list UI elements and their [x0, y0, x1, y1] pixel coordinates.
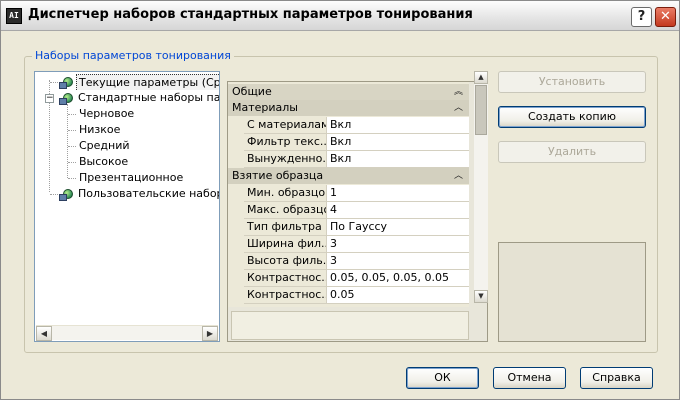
property-value[interactable]: 3	[327, 253, 469, 270]
tree-connector	[68, 146, 76, 147]
property-value[interactable]: Вкл	[327, 151, 469, 168]
property-name: Контрастнос...	[244, 270, 327, 287]
close-button[interactable]: ✕	[655, 7, 676, 27]
property-value[interactable]: По Гауссу	[327, 219, 469, 236]
property-name: Макс. образцов	[244, 202, 327, 219]
property-value[interactable]: 0.05, 0.05, 0.05, 0.05	[327, 270, 469, 287]
category-label: Материалы	[232, 101, 298, 114]
scroll-down-icon[interactable]: ▼	[474, 290, 488, 303]
properties-vertical-scrollbar[interactable]: ▲ ▼	[474, 71, 488, 303]
help-title-button[interactable]: ?	[631, 7, 652, 27]
title-bar[interactable]: AI Диспетчер наборов стандартных парамет…	[1, 1, 679, 31]
window-title: Диспетчер наборов стандартных параметров…	[28, 7, 473, 22]
property-row[interactable]: Ширина фил... 3	[244, 236, 469, 253]
preview-area	[498, 242, 646, 342]
tree-horizontal-scrollbar[interactable]: ◀ ▶	[36, 325, 218, 341]
property-row[interactable]: Фильтр текс... Вкл	[244, 134, 469, 151]
property-name: Фильтр текс...	[244, 134, 327, 151]
category-materials[interactable]: Материалы ︿	[228, 100, 469, 116]
category-sampling[interactable]: Взятие образца ︿	[228, 168, 469, 184]
chevron-up-icon[interactable]: ︿	[454, 100, 463, 116]
property-row[interactable]: Высота филь... 3	[244, 253, 469, 270]
tree-item-label: Презентационное	[79, 171, 184, 184]
property-row[interactable]: Вынужденно... Вкл	[244, 151, 469, 168]
property-row[interactable]: Мин. образцов 1	[244, 185, 469, 202]
render-preset-icon	[59, 75, 75, 89]
property-name: Вынужденно...	[244, 151, 327, 168]
render-preset-icon	[59, 91, 75, 105]
tree-item-label: Низкое	[79, 123, 121, 136]
properties-panel: Общие ︽ Материалы ︿ С материалами Вкл Фи…	[227, 81, 488, 342]
group-legend: Наборы параметров тонирования	[32, 49, 234, 62]
scroll-left-icon[interactable]: ◀	[36, 326, 52, 341]
property-row[interactable]: Тип фильтра По Гауссу	[244, 219, 469, 236]
property-row[interactable]: Контрастнос... 0.05, 0.05, 0.05, 0.05	[244, 270, 469, 287]
tree-item-label: Средний	[79, 139, 130, 152]
tree-item-draft[interactable]: Черновое	[77, 106, 217, 122]
app-icon: AI	[6, 8, 22, 24]
property-name: Тип фильтра	[244, 219, 327, 236]
property-name: Контрастнос...	[244, 287, 327, 304]
tree-connector	[68, 162, 76, 163]
property-name: Мин. образцов	[244, 185, 327, 202]
property-value[interactable]: 3	[327, 236, 469, 253]
tree-item-label: Текущие параметры (Средн	[76, 74, 219, 90]
tree-item-standard-presets[interactable]: Стандартные наборы парам	[59, 90, 219, 106]
render-presets-dialog: AI Диспетчер наборов стандартных парамет…	[0, 0, 680, 400]
property-value[interactable]: 0.05	[327, 287, 469, 304]
property-description	[231, 311, 469, 340]
ok-button[interactable]: ОК	[406, 367, 479, 389]
property-name: С материалами	[244, 117, 327, 134]
help-button[interactable]: Справка	[580, 367, 653, 389]
tree-item-custom-presets[interactable]: Пользовательские наборы	[59, 186, 219, 202]
scroll-right-icon[interactable]: ▶	[202, 326, 218, 341]
scroll-thumb[interactable]	[475, 85, 487, 135]
collapse-all-icon[interactable]: ︽	[454, 84, 463, 100]
tree-connector	[67, 104, 68, 178]
tree-item-label: Стандартные наборы парам	[78, 91, 219, 104]
tree-item-label: Высокое	[79, 155, 129, 168]
property-row[interactable]: С материалами Вкл	[244, 117, 469, 134]
property-value[interactable]: Вкл	[327, 134, 469, 151]
set-current-button[interactable]: Установить	[498, 71, 646, 93]
tree-connector	[68, 114, 76, 115]
tree-connector	[68, 130, 76, 131]
tree-item-low[interactable]: Низкое	[77, 122, 217, 138]
property-value[interactable]: 4	[327, 202, 469, 219]
property-name: Высота филь...	[244, 253, 327, 270]
scroll-up-icon[interactable]: ▲	[474, 71, 488, 84]
property-value[interactable]: Вкл	[327, 117, 469, 134]
chevron-up-icon[interactable]: ︿	[454, 168, 463, 184]
category-label: Общие	[232, 85, 272, 98]
tree-item-presentation[interactable]: Презентационное	[77, 170, 217, 186]
category-general[interactable]: Общие ︽	[228, 84, 469, 100]
cancel-button[interactable]: Отмена	[493, 367, 566, 389]
collapse-icon[interactable]: −	[45, 94, 54, 103]
property-name: Ширина фил...	[244, 236, 327, 253]
tree-item-high[interactable]: Высокое	[77, 154, 217, 170]
create-copy-button[interactable]: Создать копию	[498, 106, 646, 128]
property-row[interactable]: Контрастнос... 0.05	[244, 287, 469, 304]
properties-list: Общие ︽ Материалы ︿ С материалами Вкл Фи…	[228, 82, 469, 307]
tree-item-label: Пользовательские наборы	[78, 187, 219, 200]
property-row[interactable]: Макс. образцов 4	[244, 202, 469, 219]
property-value[interactable]: 1	[327, 185, 469, 202]
tree-connector	[68, 178, 76, 179]
tree-item-label: Черновое	[79, 107, 135, 120]
render-preset-icon	[59, 187, 75, 201]
tree-item-current-settings[interactable]: Текущие параметры (Средн	[59, 74, 219, 90]
category-label: Взятие образца	[232, 169, 324, 182]
presets-tree[interactable]: Текущие параметры (Средн − Стандартные н…	[34, 71, 220, 342]
delete-button[interactable]: Удалить	[498, 141, 646, 163]
tree-item-medium[interactable]: Средний	[77, 138, 217, 154]
